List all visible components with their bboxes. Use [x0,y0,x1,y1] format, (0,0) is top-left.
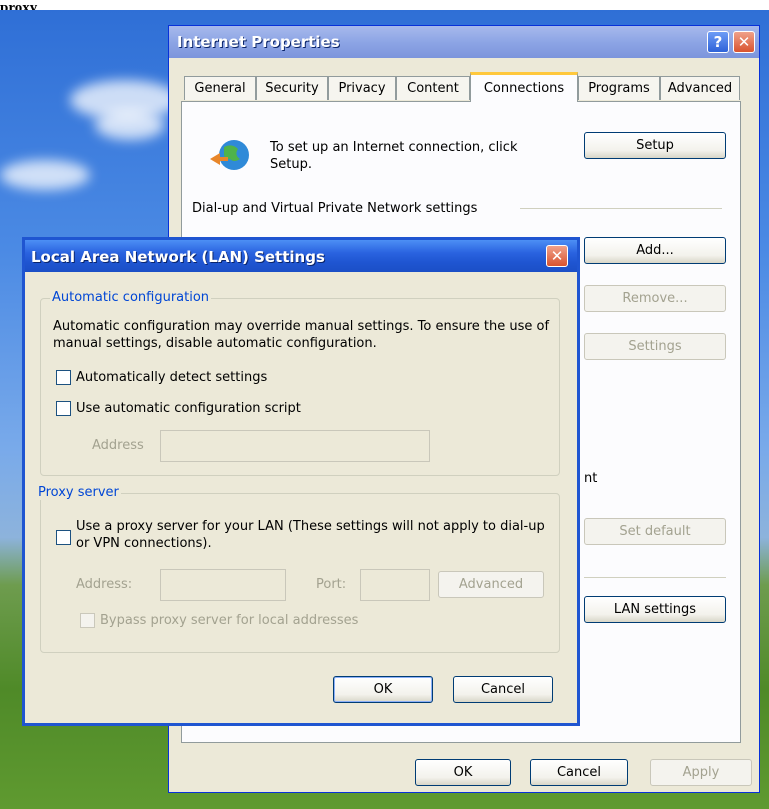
proxy-address-label: Address: [76,577,133,592]
tab-security[interactable]: Security [256,76,328,100]
ok-button[interactable]: OK [415,759,511,786]
bypass-local-checkbox[interactable] [80,613,95,628]
auto-detect-checkbox[interactable] [56,370,71,385]
proxy-address-input[interactable] [160,569,286,601]
set-default-button[interactable]: Set default [584,518,726,545]
section-divider [520,208,722,209]
tab-programs[interactable]: Programs [578,76,660,100]
proxy-advanced-button[interactable]: Advanced [438,571,544,598]
remove-button[interactable]: Remove... [584,285,726,312]
proxy-port-label: Port: [316,577,347,592]
partial-label: nt [584,471,598,486]
close-icon: ✕ [737,33,751,51]
auto-config-description: Automatic configuration may override man… [53,319,550,351]
tab-label: Privacy [338,81,386,96]
tab-label: Security [265,81,319,96]
tab-content[interactable]: Content [396,76,470,100]
use-script-checkbox[interactable] [56,401,71,416]
proxy-server-label: Proxy server [36,485,121,500]
settings-button[interactable]: Settings [584,333,726,360]
setup-button[interactable]: Setup [584,132,726,159]
lan-cancel-button[interactable]: Cancel [453,676,553,703]
help-button[interactable]: ? [707,31,729,53]
tab-label: Programs [588,81,650,96]
tab-privacy[interactable]: Privacy [328,76,396,100]
question-icon: ? [713,33,723,51]
close-icon: ✕ [550,247,564,265]
setup-description: To set up an Internet connection, click … [270,140,518,172]
dialup-heading: Dial-up and Virtual Private Network sett… [192,201,478,216]
section-divider [584,577,726,578]
tab-general[interactable]: General [184,76,256,100]
script-address-label: Address [92,438,144,453]
network-globe-icon [210,140,249,170]
lan-settings-titlebar[interactable]: Local Area Network (LAN) Settings ✕ [25,240,577,272]
tab-connections[interactable]: Connections [470,72,578,102]
tab-label: Content [407,81,459,96]
proxy-port-input[interactable] [360,569,430,601]
script-address-input[interactable] [160,430,430,462]
window-title: Internet Properties [177,33,340,51]
apply-button[interactable]: Apply [650,759,752,786]
tab-label: General [194,81,246,96]
cancel-button[interactable]: Cancel [530,759,628,786]
automatic-configuration-label: Automatic configuration [50,290,212,305]
internet-properties-titlebar[interactable]: Internet Properties ? ✕ [169,26,759,58]
cloud [95,110,165,140]
use-proxy-checkbox[interactable] [56,530,71,545]
lan-ok-button[interactable]: OK [333,676,433,703]
use-proxy-label[interactable]: Use a proxy server for your LAN (These s… [76,518,546,552]
close-button[interactable]: ✕ [546,245,568,267]
bypass-local-label[interactable]: Bypass proxy server for local addresses [100,612,358,629]
tab-advanced[interactable]: Advanced [660,76,740,100]
cloud [0,160,90,190]
add-button[interactable]: Add... [584,237,726,264]
tab-label: Connections [483,81,565,96]
lan-settings-button[interactable]: LAN settings [584,596,726,623]
auto-detect-label[interactable]: Automatically detect settings [76,369,267,386]
close-button[interactable]: ✕ [733,31,755,53]
dialog-title: Local Area Network (LAN) Settings [31,248,325,266]
use-script-label[interactable]: Use automatic configuration script [76,400,301,417]
tab-label: Advanced [667,81,733,96]
